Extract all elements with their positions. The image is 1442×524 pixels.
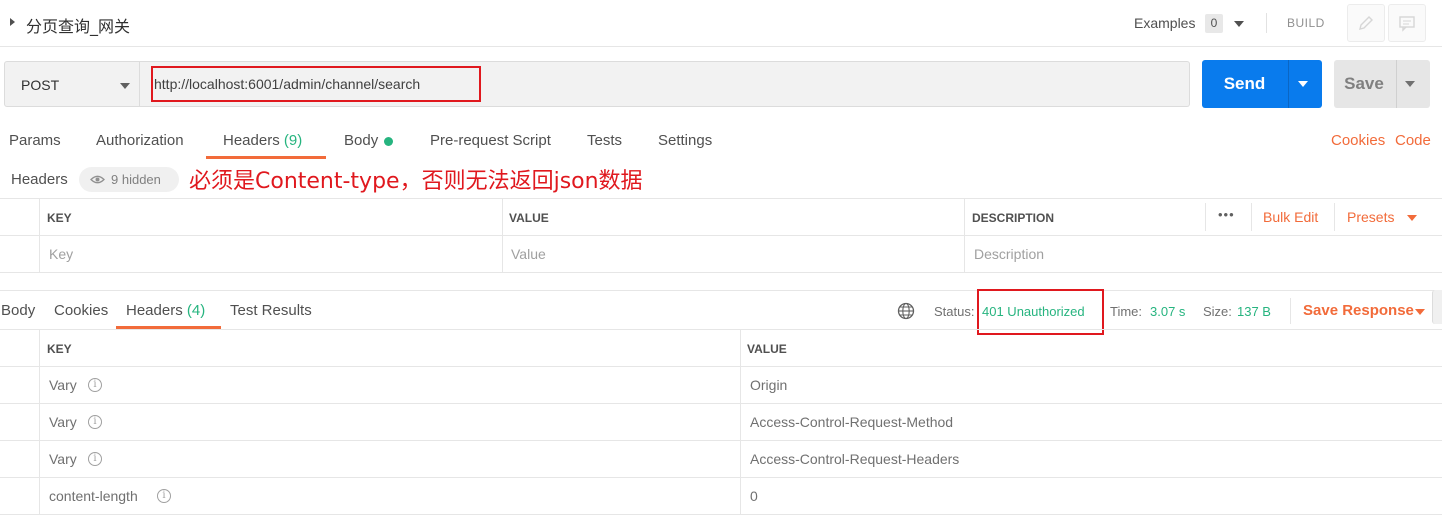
- header-value: 0: [750, 488, 758, 504]
- tab-prerequest-script[interactable]: Pre-request Script: [430, 132, 551, 149]
- response-tab-body[interactable]: Body: [1, 302, 35, 319]
- presets-dropdown[interactable]: Presets: [1347, 209, 1394, 225]
- hidden-count-text: 9 hidden: [111, 172, 161, 187]
- tab-authorization[interactable]: Authorization: [96, 132, 184, 149]
- divider: [0, 198, 1442, 199]
- response-column-header-value: VALUE: [747, 342, 787, 356]
- request-title-bar: 分页查询_网关 Examples 0 BUILD: [0, 0, 1442, 47]
- save-response-chevron-icon[interactable]: [1415, 309, 1425, 315]
- send-button[interactable]: Send: [1202, 60, 1322, 108]
- info-icon[interactable]: i: [88, 378, 102, 392]
- divider: [0, 329, 1442, 330]
- column-header-value: VALUE: [509, 211, 549, 225]
- edit-button[interactable]: [1347, 4, 1385, 42]
- response-tab-headers-count: (4): [186, 302, 206, 319]
- column-header-description: DESCRIPTION: [972, 211, 1055, 225]
- header-value: Access-Control-Request-Method: [750, 414, 954, 430]
- more-options-icon[interactable]: •••: [1218, 207, 1235, 222]
- method-select[interactable]: POST: [4, 61, 140, 107]
- divider: [0, 514, 1442, 515]
- divider: [964, 198, 965, 272]
- send-label: Send: [1223, 74, 1266, 93]
- headers-section-label: Headers: [11, 171, 68, 188]
- scroll-handle[interactable]: [1432, 290, 1442, 324]
- build-label[interactable]: BUILD: [1287, 16, 1325, 30]
- save-response-button[interactable]: Save Response: [1303, 302, 1414, 319]
- request-title[interactable]: 分页查询_网关: [26, 13, 130, 37]
- code-link[interactable]: Code: [1395, 132, 1431, 149]
- response-divider: [0, 290, 1442, 291]
- presets-chevron-icon[interactable]: [1407, 215, 1417, 221]
- examples-dropdown-icon[interactable]: [1234, 21, 1244, 27]
- comment-icon: [1399, 16, 1415, 32]
- info-icon[interactable]: i: [88, 452, 102, 466]
- response-tab-headers-label: Headers: [126, 302, 183, 319]
- chevron-down-icon: [120, 83, 130, 89]
- divider: [1288, 60, 1289, 108]
- tab-headers-label: Headers: [223, 132, 280, 149]
- new-key-input[interactable]: Key: [49, 246, 73, 262]
- status-label: Status:: [934, 304, 975, 319]
- header-key: content-length: [49, 488, 138, 504]
- divider: [1251, 203, 1252, 231]
- response-tab-test-results[interactable]: Test Results: [230, 302, 312, 319]
- save-button[interactable]: Save: [1334, 60, 1430, 108]
- table-row: Vary i Access-Control-Request-Method: [0, 404, 1442, 440]
- time-value[interactable]: 3.07 s: [1150, 304, 1185, 319]
- url-highlight-box: [151, 66, 481, 102]
- save-label: Save: [1344, 74, 1384, 93]
- tab-tests[interactable]: Tests: [587, 132, 622, 149]
- table-row: Vary i Origin: [0, 367, 1442, 403]
- header-key: Vary: [49, 377, 77, 393]
- divider: [39, 198, 40, 272]
- active-tab-indicator: [206, 156, 326, 159]
- divider: [1396, 60, 1397, 108]
- divider: [1334, 203, 1335, 231]
- divider: [1290, 298, 1291, 324]
- column-header-key: KEY: [47, 211, 72, 225]
- tab-settings[interactable]: Settings: [658, 132, 712, 149]
- eye-icon: [90, 175, 105, 184]
- divider: [1266, 13, 1267, 33]
- tab-headers-count: (9): [283, 132, 303, 149]
- response-tab-headers[interactable]: Headers (4): [126, 302, 205, 319]
- hidden-headers-toggle[interactable]: 9 hidden: [79, 167, 179, 192]
- tab-params[interactable]: Params: [9, 132, 61, 149]
- method-value: POST: [21, 77, 60, 93]
- tab-body-label: Body: [344, 132, 379, 149]
- tab-headers[interactable]: Headers (9): [223, 132, 302, 149]
- info-icon[interactable]: i: [157, 489, 171, 503]
- new-value-input[interactable]: Value: [511, 246, 546, 262]
- response-column-header-key: KEY: [47, 342, 72, 356]
- info-icon[interactable]: i: [88, 415, 102, 429]
- size-value[interactable]: 137 B: [1237, 304, 1271, 319]
- body-status-dot: [384, 137, 393, 146]
- examples-count-badge: 0: [1205, 14, 1223, 33]
- table-row: Vary i Access-Control-Request-Headers: [0, 441, 1442, 477]
- comments-button[interactable]: [1388, 4, 1426, 42]
- divider: [0, 235, 1442, 236]
- cookies-link[interactable]: Cookies: [1331, 132, 1385, 149]
- new-description-input[interactable]: Description: [974, 246, 1044, 262]
- size-label: Size:: [1203, 304, 1232, 319]
- annotation-note: 必须是Content-type，否则无法返回json数据: [189, 169, 643, 194]
- response-tab-cookies[interactable]: Cookies: [54, 302, 108, 319]
- header-value: Origin: [750, 377, 788, 393]
- table-row: content-length i 0: [0, 478, 1442, 514]
- divider: [0, 272, 1442, 273]
- pencil-icon: [1359, 16, 1373, 30]
- examples-label[interactable]: Examples: [1134, 15, 1195, 31]
- header-key: Vary: [49, 414, 77, 430]
- time-label: Time:: [1110, 304, 1143, 319]
- divider: [502, 198, 503, 272]
- globe-icon[interactable]: [897, 302, 915, 320]
- send-options-chevron-icon[interactable]: [1298, 81, 1308, 87]
- header-key: Vary: [49, 451, 77, 467]
- expand-caret-icon[interactable]: [10, 18, 15, 26]
- save-options-chevron-icon[interactable]: [1405, 81, 1415, 87]
- bulk-edit-link[interactable]: Bulk Edit: [1263, 209, 1318, 225]
- header-value: Access-Control-Request-Headers: [750, 451, 960, 467]
- divider: [1205, 203, 1206, 231]
- tab-body[interactable]: Body: [344, 132, 378, 149]
